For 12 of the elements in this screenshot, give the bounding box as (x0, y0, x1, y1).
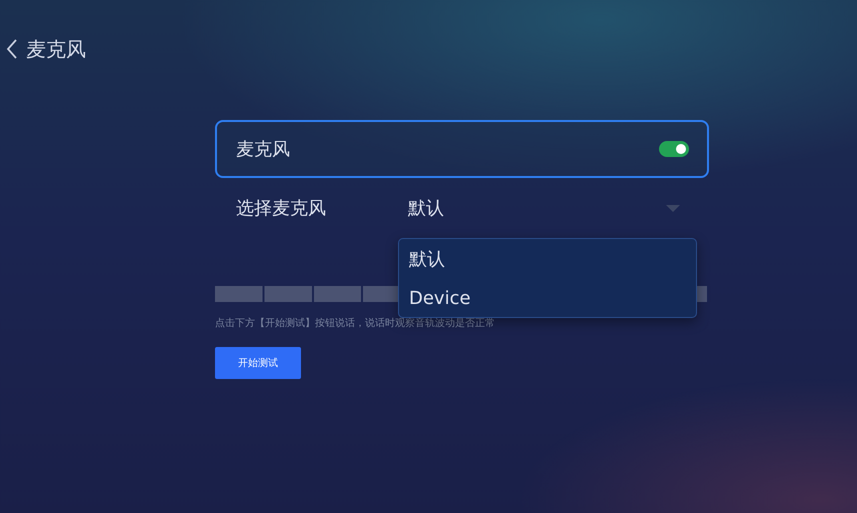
dropdown-option[interactable]: Device (399, 288, 696, 309)
caret-icon (666, 204, 680, 212)
select-label: 选择麦克风 (236, 197, 327, 220)
back-chevron-icon (6, 38, 18, 60)
toggle-label: 麦克风 (236, 138, 290, 161)
dropdown-option[interactable]: 默认 (399, 247, 696, 272)
microphone-select[interactable]: 默认 (408, 196, 688, 220)
toggle-switch[interactable] (659, 141, 689, 157)
page-title: 麦克风 (26, 36, 86, 62)
start-test-button[interactable]: 开始测试 (215, 347, 301, 379)
back-button[interactable] (6, 38, 18, 60)
hint-text: 点击下方【开始测试】按钮说话，说话时观察音轨波动是否正常 (215, 316, 496, 330)
